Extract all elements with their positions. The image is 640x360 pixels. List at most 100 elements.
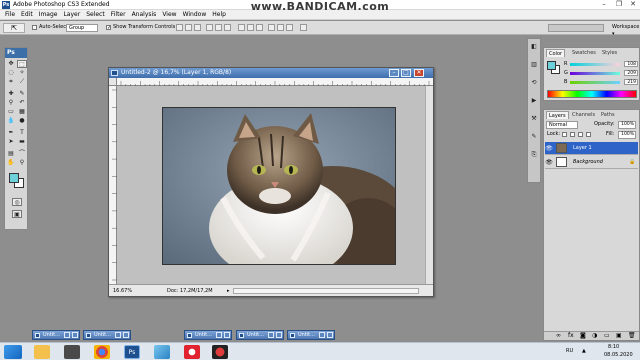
distribute-left-icon[interactable]	[268, 24, 275, 31]
clone-stamp-tool-icon[interactable]: ⚲	[6, 99, 16, 107]
restore-icon[interactable]	[268, 332, 274, 338]
magic-wand-tool-icon[interactable]: ✧	[17, 69, 27, 77]
blur-tool-icon[interactable]: 💧	[6, 117, 16, 125]
foreground-color-swatch-front[interactable]	[9, 173, 19, 183]
menu-image[interactable]: Image	[36, 10, 61, 20]
minimized-doc-3[interactable]: Untit...	[184, 330, 232, 340]
clock-date[interactable]: 08.05.2020	[604, 352, 633, 358]
tab-color[interactable]: Color	[546, 49, 566, 57]
dodge-tool-icon[interactable]: ●	[17, 117, 27, 125]
eraser-tool-icon[interactable]: ▭	[6, 108, 16, 116]
cat-photo-layer[interactable]	[162, 107, 396, 265]
clone-source-panel-icon[interactable]: ⎘	[529, 151, 539, 159]
distribute-hcenter-icon[interactable]	[277, 24, 284, 31]
path-selection-tool-icon[interactable]: ➤	[6, 138, 16, 146]
bandicam-icon[interactable]	[212, 345, 228, 359]
red-slider[interactable]	[570, 63, 620, 66]
distribute-right-icon[interactable]	[286, 24, 293, 31]
slice-tool-icon[interactable]: ⟋	[17, 78, 27, 86]
marquee-tool-icon[interactable]: ⬚	[17, 60, 27, 68]
layer-name[interactable]: Background	[573, 156, 603, 169]
start-button-icon[interactable]	[4, 345, 22, 359]
distribute-top-icon[interactable]	[238, 24, 245, 31]
color-spectrum-ramp[interactable]	[547, 90, 637, 98]
zoom-level[interactable]: 16.67%	[113, 285, 132, 297]
canvas-area[interactable]	[117, 86, 433, 284]
notes-tool-icon[interactable]: ▤	[6, 150, 16, 158]
align-bottom-icon[interactable]	[194, 24, 201, 31]
file-explorer-icon[interactable]	[34, 345, 50, 359]
close-button[interactable]: ✕	[626, 0, 640, 9]
opacity-field[interactable]: 100%	[618, 121, 636, 129]
restore-icon[interactable]	[115, 332, 121, 338]
show-transform-checkbox[interactable]: ✓	[106, 25, 111, 31]
menu-help[interactable]: Help	[209, 10, 229, 20]
tab-swatches[interactable]: Swatches	[570, 49, 598, 57]
color-foreground-swatch-front[interactable]	[547, 61, 556, 70]
menu-window[interactable]: Window	[180, 10, 210, 20]
pen-tool-icon[interactable]: ✒	[6, 129, 16, 137]
gradient-tool-icon[interactable]: ▦	[17, 108, 27, 116]
distribute-bottom-icon[interactable]	[256, 24, 263, 31]
ruler-vertical[interactable]	[109, 86, 117, 284]
green-value[interactable]: 209	[624, 70, 638, 76]
opera-icon[interactable]	[184, 345, 200, 359]
navigator-panel-icon[interactable]: ◧	[529, 43, 539, 51]
vertical-scrollbar[interactable]	[425, 86, 433, 284]
doc-size-info[interactable]: Doc: 17,2M/17,2M	[167, 285, 213, 297]
eyedropper-tool-icon[interactable]: ⌒	[17, 150, 27, 158]
lock-transparency-icon[interactable]	[562, 132, 567, 137]
doc-maximize-button[interactable]: □	[401, 69, 411, 77]
visibility-eye-icon[interactable]: 👁	[545, 142, 553, 155]
crop-tool-icon[interactable]: ⌗	[6, 78, 16, 86]
shape-tool-icon[interactable]: ▬	[17, 138, 27, 146]
type-tool-icon[interactable]: T	[17, 129, 27, 137]
minimized-doc-1[interactable]: Untit...	[32, 330, 80, 340]
lock-position-icon[interactable]	[578, 132, 583, 137]
close-icon[interactable]	[276, 332, 282, 338]
visibility-eye-icon[interactable]: 👁	[545, 156, 553, 169]
delete-layer-icon[interactable]: 🗑	[628, 332, 636, 339]
chrome-icon[interactable]	[94, 345, 110, 359]
link-layers-icon[interactable]: ∞	[556, 332, 561, 339]
restore-icon[interactable]	[216, 332, 222, 338]
image-viewer-icon[interactable]	[154, 345, 170, 359]
lock-all-icon[interactable]	[586, 132, 591, 137]
tray-arrow-icon[interactable]: ▲	[582, 348, 586, 354]
language-indicator[interactable]: RU	[566, 348, 573, 354]
new-group-icon[interactable]: ▭	[604, 332, 610, 339]
history-panel-icon[interactable]: ⟲	[529, 79, 539, 87]
menu-edit[interactable]: Edit	[18, 10, 36, 20]
red-value[interactable]: 108	[624, 61, 638, 67]
tab-styles[interactable]: Styles	[600, 49, 619, 57]
healing-brush-tool-icon[interactable]: ✚	[6, 90, 16, 98]
ruler-origin[interactable]	[109, 78, 117, 86]
histogram-panel-icon[interactable]: ▥	[529, 61, 539, 69]
workspace-menu[interactable]: Workspace ▾	[612, 24, 640, 38]
photoshop-taskbar-icon[interactable]: Ps	[124, 345, 140, 359]
tool-presets-panel-icon[interactable]: ⚒	[529, 115, 539, 123]
blue-slider[interactable]	[570, 81, 620, 84]
quick-mask-icon[interactable]: ◎	[12, 198, 22, 206]
actions-panel-icon[interactable]: ▶	[529, 97, 539, 105]
menu-file[interactable]: File	[2, 10, 18, 20]
brush-tool-icon[interactable]: ✎	[17, 90, 27, 98]
restore-icon[interactable]	[319, 332, 325, 338]
align-top-icon[interactable]	[176, 24, 183, 31]
menu-analysis[interactable]: Analysis	[129, 10, 160, 20]
adjustment-layer-icon[interactable]: ◑	[592, 332, 597, 339]
minimize-button[interactable]: –	[597, 0, 611, 9]
layer-style-icon[interactable]: fx	[568, 332, 574, 339]
blue-value[interactable]: 219	[624, 79, 638, 85]
green-slider[interactable]	[570, 72, 620, 75]
fill-field[interactable]: 100%	[618, 131, 636, 139]
align-vcenter-icon[interactable]	[185, 24, 192, 31]
move-tool-icon[interactable]: ✥	[6, 60, 16, 68]
auto-select-checkbox[interactable]	[32, 25, 37, 30]
new-layer-icon[interactable]: ▣	[616, 332, 622, 339]
menu-view[interactable]: View	[159, 10, 179, 20]
maximize-button[interactable]: ❐	[612, 0, 626, 9]
restore-icon[interactable]	[64, 332, 70, 338]
auto-select-dropdown[interactable]: Group	[66, 24, 98, 32]
menu-filter[interactable]: Filter	[108, 10, 129, 20]
